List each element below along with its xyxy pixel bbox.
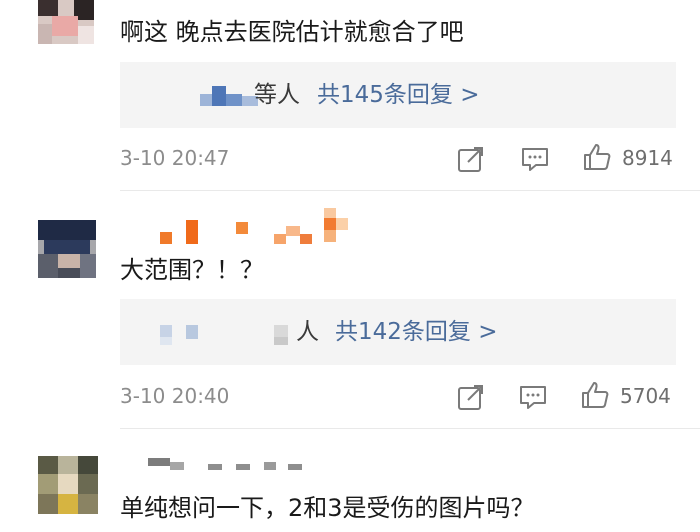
avatar[interactable]	[38, 456, 98, 514]
share-icon[interactable]	[456, 144, 486, 174]
like-count: 8914	[622, 146, 673, 170]
username-blurred[interactable]	[148, 452, 308, 476]
reply-preview[interactable]: 等人 共145条回复 >	[120, 62, 676, 128]
reply-preview[interactable]: 人 共142条回复 >	[120, 299, 676, 365]
divider	[120, 190, 700, 191]
username-blurred[interactable]	[160, 206, 350, 246]
reply-count-link[interactable]: 共142条回复 >	[335, 321, 497, 344]
comment-icon[interactable]	[518, 382, 548, 412]
like-count: 5704	[620, 384, 671, 408]
comment-time: 3-10 20:47	[120, 146, 230, 170]
avatar[interactable]	[38, 220, 96, 278]
replier-name-blurred	[200, 86, 258, 106]
comment-icon[interactable]	[520, 144, 550, 174]
comment-text: 大范围？！？	[120, 256, 264, 284]
reply-suffix: 等人	[254, 82, 300, 108]
replier-name-blurred	[160, 321, 300, 345]
share-icon[interactable]	[456, 382, 486, 412]
reply-count-link[interactable]: 共145条回复 >	[317, 84, 479, 107]
thumbs-up-icon[interactable]	[582, 142, 612, 172]
comment-time: 3-10 20:40	[120, 384, 230, 408]
reply-suffix: 人	[296, 319, 319, 345]
comment-text: 啊这 晚点去医院估计就愈合了吧	[120, 18, 464, 46]
avatar[interactable]	[38, 0, 94, 44]
thumbs-up-icon[interactable]	[580, 380, 610, 410]
divider	[120, 428, 700, 429]
comment-text: 单纯想问一下，2和3是受伤的图片吗？	[120, 494, 535, 522]
